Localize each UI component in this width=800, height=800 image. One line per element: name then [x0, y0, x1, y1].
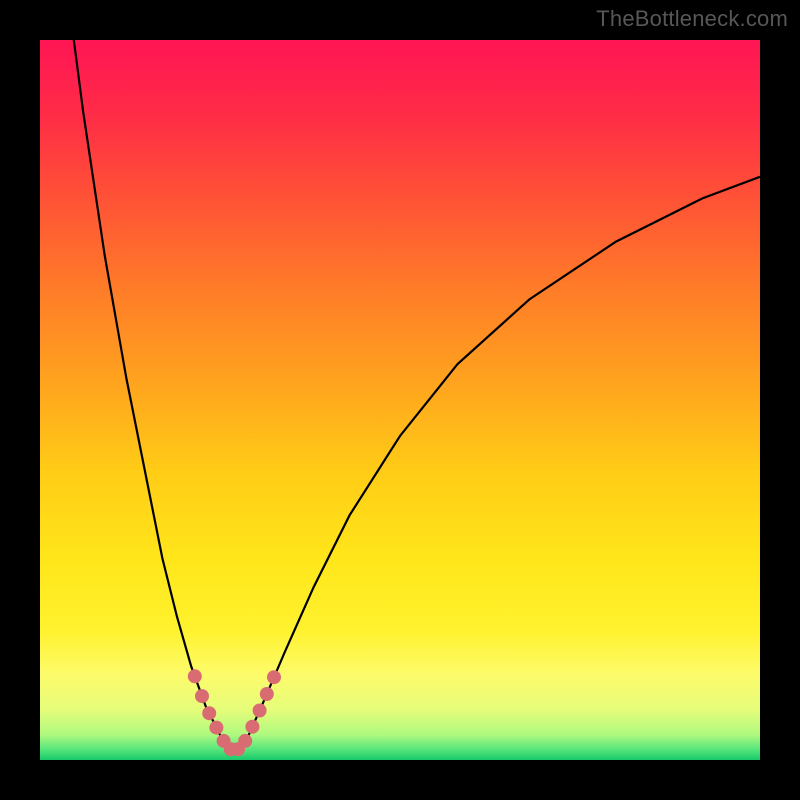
curve-path: [40, 40, 760, 751]
valley-marker: [238, 734, 252, 748]
valley-marker: [209, 721, 223, 735]
marker-group: [188, 669, 281, 756]
watermark-text: TheBottleneck.com: [596, 6, 788, 32]
valley-marker: [202, 706, 216, 720]
valley-marker: [267, 670, 281, 684]
valley-marker: [260, 687, 274, 701]
valley-marker: [253, 704, 267, 718]
bottleneck-curve: [40, 40, 760, 760]
plot-area: [40, 40, 760, 760]
chart-frame: TheBottleneck.com: [0, 0, 800, 800]
valley-marker: [245, 720, 259, 734]
valley-marker: [195, 689, 209, 703]
valley-marker: [188, 669, 202, 683]
